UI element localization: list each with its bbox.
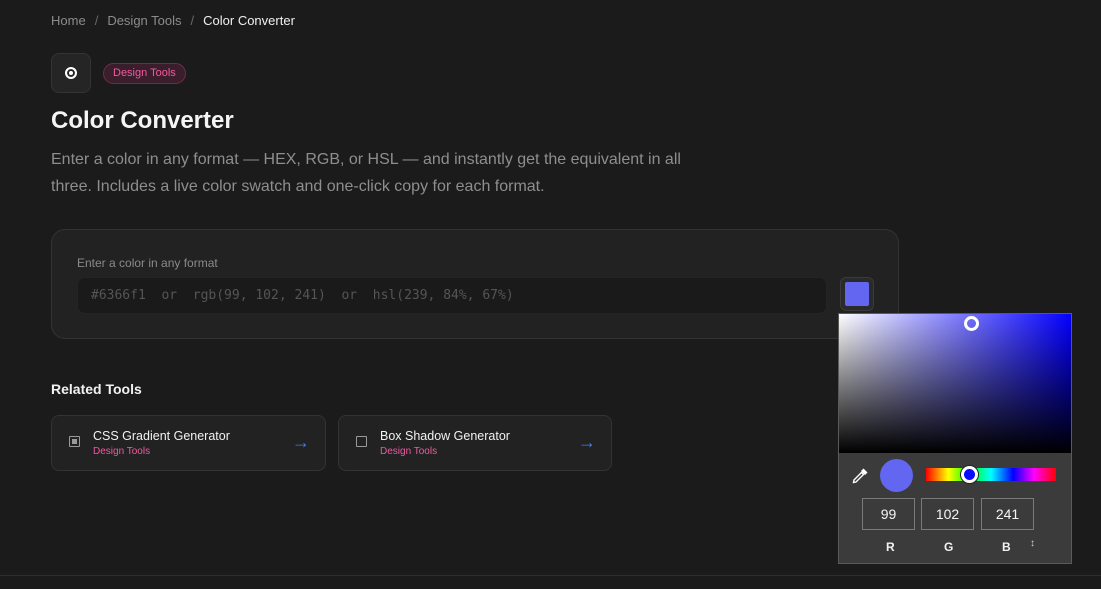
color-preview: [880, 459, 913, 492]
color-picker-popup: R G B ↕: [838, 313, 1072, 564]
category-tag[interactable]: Design Tools: [103, 63, 186, 84]
arrow-right-icon: →: [292, 432, 310, 452]
footer-divider: [0, 575, 1101, 576]
saturation-handle[interactable]: [964, 316, 979, 331]
breadcrumb-separator: /: [94, 13, 99, 28]
breadcrumb: Home / Design Tools / Color Converter: [51, 13, 295, 28]
breadcrumb-home-link[interactable]: Home: [51, 13, 86, 28]
eyedropper-icon[interactable]: [851, 467, 869, 485]
page-title: Color Converter: [51, 107, 234, 134]
green-channel-label: G: [944, 540, 954, 554]
converter-card: Enter a color in any format: [51, 229, 899, 339]
related-tool-category: Design Tools: [380, 446, 438, 457]
green-channel-input[interactable]: [921, 498, 974, 530]
red-channel-input[interactable]: [862, 498, 915, 530]
color-tool-icon: [51, 53, 91, 93]
related-tools-heading: Related Tools: [51, 381, 142, 397]
mode-toggle-icon[interactable]: ↕: [1030, 538, 1035, 549]
breadcrumb-category-link[interactable]: Design Tools: [107, 13, 181, 28]
related-tool-css-gradient[interactable]: CSS Gradient Generator Design Tools →: [51, 415, 326, 471]
breadcrumb-separator: /: [190, 13, 195, 28]
related-tool-name: CSS Gradient Generator: [93, 429, 230, 443]
gradient-icon: [69, 436, 80, 447]
color-swatch: [845, 282, 869, 306]
hue-slider[interactable]: [926, 468, 1056, 481]
color-swatch-button[interactable]: [840, 277, 874, 311]
blue-channel-label: B: [1002, 540, 1011, 554]
color-input-label: Enter a color in any format: [77, 256, 218, 270]
page-description: Enter a color in any format — HEX, RGB, …: [51, 151, 681, 195]
related-tool-name: Box Shadow Generator: [380, 429, 510, 443]
saturation-area[interactable]: [839, 314, 1071, 453]
related-tool-box-shadow[interactable]: Box Shadow Generator Design Tools →: [338, 415, 612, 471]
breadcrumb-current: Color Converter: [203, 13, 295, 28]
red-channel-label: R: [886, 540, 895, 554]
blue-channel-input[interactable]: [981, 498, 1034, 530]
hue-slider-handle[interactable]: [961, 466, 978, 483]
related-tool-category: Design Tools: [93, 446, 151, 457]
arrow-right-icon: →: [578, 432, 596, 452]
color-input[interactable]: [77, 277, 827, 314]
page: Home / Design Tools / Color Converter De…: [0, 0, 1101, 589]
square-icon: [356, 436, 367, 447]
